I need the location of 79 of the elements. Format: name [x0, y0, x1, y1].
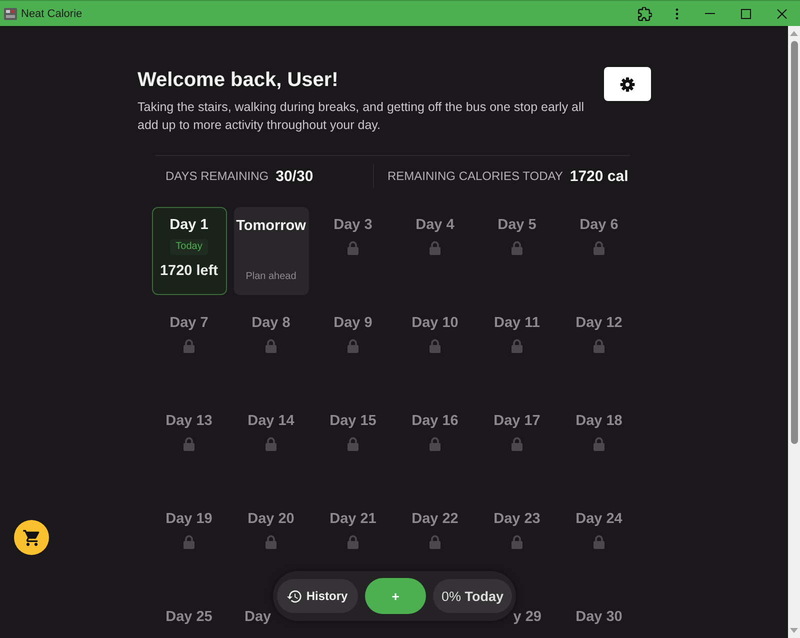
day-label: Day 20: [248, 510, 294, 528]
stat-value: 30/30: [276, 168, 314, 184]
day-label: Day 11: [494, 314, 540, 332]
day-label: Day 18: [576, 412, 622, 430]
window-title: Neat Calorie: [21, 8, 82, 20]
day-label: Day 3: [334, 216, 372, 234]
day-label: Day 8: [252, 314, 290, 332]
lock-icon: [265, 535, 277, 549]
day-label: Day 12: [576, 314, 622, 332]
day-label: Day 25: [166, 608, 212, 626]
day-label: Day 16: [412, 412, 458, 430]
lock-icon: [347, 241, 359, 255]
plan-ahead-text: Plan ahead: [246, 270, 296, 283]
scrollbar[interactable]: [788, 26, 800, 638]
calories-left-text: 1720 left: [160, 262, 218, 280]
lock-icon: [511, 241, 523, 255]
day-label: Day 4: [416, 216, 454, 234]
day-label: Day: [244, 608, 272, 626]
lock-icon: [183, 339, 195, 353]
cart-button[interactable]: [14, 520, 49, 555]
day-label: Day 24: [576, 510, 622, 528]
lock-icon: [511, 339, 523, 353]
settings-button[interactable]: [604, 67, 650, 101]
puzzle-piece-icon: [638, 6, 652, 20]
day-label: y 29: [513, 608, 542, 626]
lock-icon: [593, 339, 605, 353]
lock-icon: [429, 535, 441, 549]
cart-icon: [22, 530, 40, 546]
tip-text: Taking the stairs, walking during breaks, and getting off the bus one stop early all add up to more activity throughout your day.: [138, 99, 586, 134]
day-card[interactable]: Tomorrow Plan ahead: [234, 207, 308, 295]
day-label: Day 21: [330, 510, 376, 528]
day-label: Day 14: [248, 412, 294, 430]
day-label: Tomorrow: [236, 217, 306, 235]
stat-value: 1720 cal: [570, 168, 628, 184]
lock-icon: [429, 437, 441, 451]
lock-icon: [593, 241, 605, 255]
day-label: Day 7: [170, 314, 208, 332]
close-icon: [777, 8, 787, 18]
history-icon: [287, 590, 302, 602]
today-progress-button[interactable]: 0% Today: [433, 579, 512, 613]
day-card[interactable]: Day 1 Today 1720 left: [152, 207, 226, 295]
scroll-up-icon: [790, 31, 798, 36]
lock-icon: [183, 437, 195, 451]
lock-icon: [429, 339, 441, 353]
lock-icon: [511, 535, 523, 549]
welcome-heading: Welcome back, User!: [138, 68, 340, 92]
lock-icon: [511, 437, 523, 451]
lock-icon: [265, 339, 277, 353]
lock-icon: [593, 437, 605, 451]
lock-icon: [347, 535, 359, 549]
day-label: Day 1: [170, 216, 208, 234]
day-label: Day 19: [166, 510, 212, 528]
app-icon: [4, 8, 17, 20]
history-button[interactable]: History: [277, 579, 358, 613]
day-label: Day 30: [576, 608, 622, 626]
day-label: Day 17: [494, 412, 540, 430]
minimize-icon: [705, 13, 715, 14]
lock-icon: [347, 339, 359, 353]
day-label: Day 13: [166, 412, 212, 430]
settings-icon: [620, 76, 634, 92]
day-label: Day 22: [412, 510, 458, 528]
lock-icon: [265, 437, 277, 451]
maximize-icon: [741, 8, 751, 18]
day-label: Day 15: [330, 412, 376, 430]
lock-icon: [347, 437, 359, 451]
day-label: Day 23: [494, 510, 540, 528]
today-badge: Today: [170, 239, 208, 255]
scroll-down-icon: [790, 628, 798, 633]
day-label: Day 9: [334, 314, 372, 332]
stat-label: REMAINING CALORIES TODAY: [388, 169, 563, 183]
more-icon: [675, 8, 679, 20]
day-label: Day 10: [412, 314, 458, 332]
day-label: Day 5: [498, 216, 536, 234]
lock-icon: [429, 241, 441, 255]
lock-icon: [593, 535, 605, 549]
lock-icon: [183, 535, 195, 549]
scrollbar-thumb[interactable]: [790, 41, 798, 444]
stat-label: DAYS REMAINING: [166, 169, 269, 183]
day-label: Day 6: [580, 216, 618, 234]
